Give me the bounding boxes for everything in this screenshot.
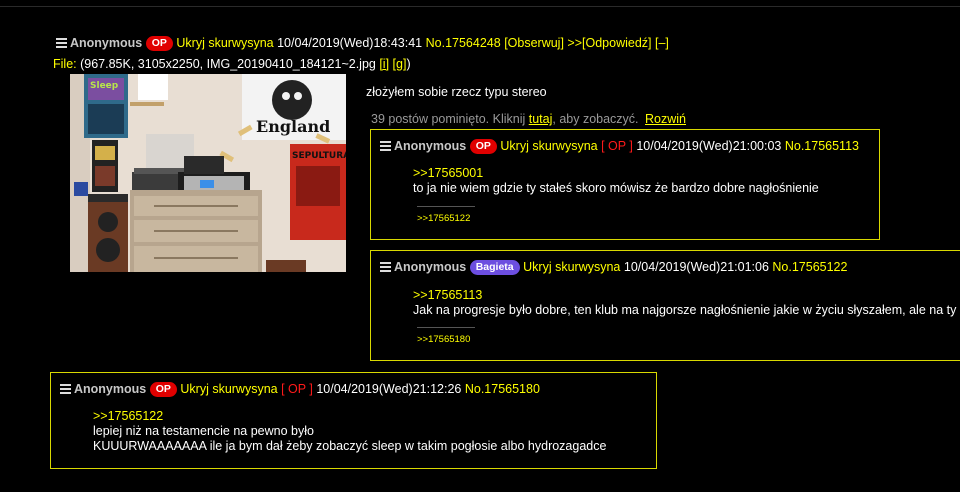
backlink-divider xyxy=(417,206,475,207)
post-date: 10/04/2019(Wed)21:12:26 xyxy=(316,382,462,396)
post-number[interactable]: No.17565180 xyxy=(465,382,540,396)
file-info-line: File: (967.85K, 3105x2250, IMG_20190410_… xyxy=(53,56,411,72)
poster-text-2: England xyxy=(256,117,330,136)
poster-text-3: SEPULTURA xyxy=(292,151,346,161)
menu-icon[interactable] xyxy=(380,261,391,272)
backlink-divider xyxy=(417,327,475,328)
post-subject: Ukryj skurwysyna xyxy=(176,36,274,50)
omitted-notice: 39 postów pominięto. Kliknij tutaj, aby … xyxy=(371,112,686,126)
file-info-close: ) xyxy=(406,57,411,71)
bagieta-badge: Bagieta xyxy=(469,260,520,275)
quote-link[interactable]: >>17565113 xyxy=(413,288,482,303)
reply-header: Anonymous OP Ukryj skurwysyna [ OP ] 10/… xyxy=(60,381,540,397)
poster-name: Anonymous xyxy=(74,382,147,396)
op-badge: OP xyxy=(145,36,173,51)
poster-name: Anonymous xyxy=(70,36,143,50)
reply-text-line: lepiej niż na testamencie na pewno było xyxy=(93,424,314,438)
follow-link[interactable]: [Obserwuj] xyxy=(504,36,564,50)
post-number[interactable]: No.17564248 xyxy=(426,36,501,50)
op-badge: OP xyxy=(149,382,177,397)
op-marker: [ OP ] xyxy=(601,139,633,153)
reply-link[interactable]: [Odpowiedź] xyxy=(582,36,651,50)
poster-name: Anonymous xyxy=(394,139,467,153)
reply-header: Anonymous Bagieta Ukryj skurwysyna 10/04… xyxy=(380,259,847,275)
backlink[interactable]: >>17565180 xyxy=(417,334,470,345)
file-details: (967.85K, 3105x2250, IMG_20190410_184121… xyxy=(80,57,376,71)
op-post-text: złożyłem sobie rzecz typu stereo xyxy=(366,85,547,99)
reply-header: Anonymous OP Ukryj skurwysyna [ OP ] 10/… xyxy=(380,138,859,154)
op-image[interactable]: Sleep England SEPULTURA xyxy=(70,74,346,272)
omitted-suffix: , aby zobaczyć. xyxy=(552,112,639,126)
menu-icon[interactable] xyxy=(380,140,391,151)
reply-post: Anonymous OP Ukryj skurwysyna [ OP ] 10/… xyxy=(370,129,880,240)
op-post-header: Anonymous OP Ukryj skurwysyna 10/04/2019… xyxy=(56,35,669,51)
reply-post: Anonymous OP Ukryj skurwysyna [ OP ] 10/… xyxy=(50,372,657,469)
reply-text-line: to ja nie wiem gdzie ty stałeś skoro mów… xyxy=(413,181,819,195)
quote-link[interactable]: >>17565001 xyxy=(413,166,483,181)
post-number[interactable]: No.17565113 xyxy=(785,139,859,153)
post-date: 10/04/2019(Wed)21:00:03 xyxy=(636,139,782,153)
post-date: 10/04/2019(Wed)18:43:41 xyxy=(277,36,423,50)
quote-link[interactable]: >>17565122 xyxy=(93,409,163,424)
omitted-text: 39 postów pominięto. Kliknij xyxy=(371,112,526,126)
op-marker: [ OP ] xyxy=(281,382,313,396)
stereo-photo-image: Sleep England SEPULTURA xyxy=(70,74,346,272)
reply-text-line: Jak na progresje było dobre, ten klub ma… xyxy=(413,303,957,317)
post-number[interactable]: No.17565122 xyxy=(772,260,847,274)
reply-post: Anonymous Bagieta Ukryj skurwysyna 10/04… xyxy=(370,250,960,361)
poster-name: Anonymous xyxy=(394,260,467,274)
collapse-link[interactable]: [–] xyxy=(655,36,669,50)
expand-link[interactable]: Rozwiń xyxy=(645,112,686,126)
post-subject: Ukryj skurwysyna xyxy=(500,139,598,153)
menu-icon[interactable] xyxy=(56,37,67,48)
post-subject: Ukryj skurwysyna xyxy=(180,382,278,396)
post-subject: Ukryj skurwysyna xyxy=(523,260,621,274)
omitted-here-link[interactable]: tutaj xyxy=(529,112,553,126)
file-label: File: xyxy=(53,57,77,71)
reply-arrows: >> xyxy=(567,36,583,50)
file-link-g[interactable]: [g] xyxy=(393,57,407,71)
top-divider xyxy=(0,6,960,7)
backlink[interactable]: >>17565122 xyxy=(417,213,470,224)
op-badge: OP xyxy=(469,139,497,154)
poster-text-1: Sleep xyxy=(90,81,119,91)
reply-text-line: KUUURWAAAAAAA ile ja bym dał żeby zobacz… xyxy=(93,439,607,453)
file-link-i[interactable]: [i] xyxy=(379,57,389,71)
menu-icon[interactable] xyxy=(60,383,71,394)
post-date: 10/04/2019(Wed)21:01:06 xyxy=(623,260,769,274)
